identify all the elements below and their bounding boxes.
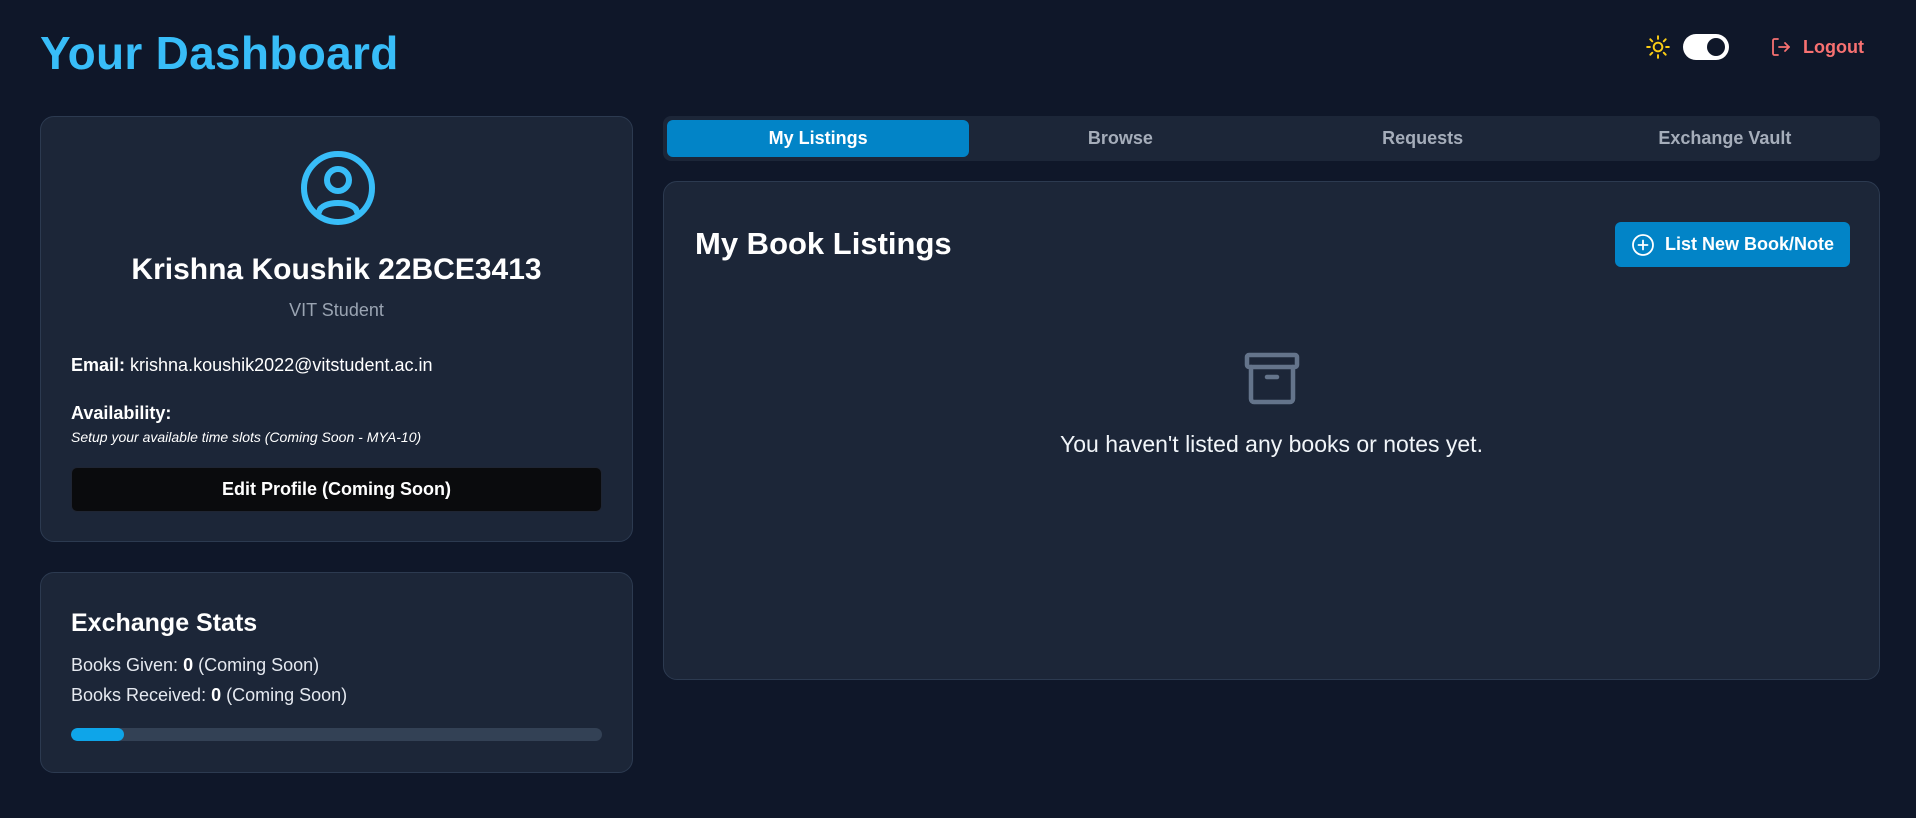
- tab-my-listings[interactable]: My Listings: [667, 120, 970, 157]
- list-new-book-button[interactable]: List New Book/Note: [1615, 222, 1850, 267]
- books-received-value: 0: [211, 685, 222, 705]
- availability-label: Availability:: [71, 403, 172, 423]
- progress-fill: [71, 728, 125, 741]
- logout-icon: [1772, 38, 1790, 56]
- availability-note: Setup your available time slots (Coming …: [71, 429, 422, 445]
- book-listings-card: My Book Listings List New Book/Note You …: [663, 181, 1880, 680]
- logout-label: Logout: [1803, 36, 1864, 57]
- sun-icon: [1646, 35, 1670, 59]
- books-given-note: (Coming Soon): [198, 655, 320, 675]
- listings-title: My Book Listings: [695, 226, 952, 261]
- header-actions: Logout: [1645, 34, 1864, 60]
- logout-button[interactable]: Logout: [1769, 35, 1864, 59]
- dashboard-page: Your Dashboard Logout Krishna Koushik 22…: [0, 0, 1916, 818]
- empty-state-text: You haven't listed any books or notes ye…: [1060, 431, 1483, 457]
- profile-name: Krishna Koushik 22BCE3413: [131, 253, 542, 286]
- email-label: Email:: [71, 355, 126, 375]
- profile-card: Krishna Koushik 22BCE3413 VIT Student Em…: [40, 116, 633, 542]
- books-received-note: (Coming Soon): [226, 685, 348, 705]
- books-received-label: Books Received:: [71, 685, 207, 705]
- archive-box-icon: [1244, 352, 1300, 405]
- email-value: krishna.koushik2022@vitstudent.ac.in: [130, 355, 433, 375]
- profile-role: VIT Student: [289, 300, 384, 320]
- theme-toggle[interactable]: [1683, 34, 1730, 60]
- exchange-progress-bar: [71, 728, 602, 741]
- edit-profile-button[interactable]: Edit Profile (Coming Soon): [71, 467, 602, 512]
- page-title: Your Dashboard: [40, 27, 399, 79]
- tab-browse[interactable]: Browse: [969, 120, 1271, 157]
- books-given-value: 0: [183, 655, 194, 675]
- books-received-stat: Books Received: 0 (Coming Soon): [71, 685, 347, 706]
- books-given-stat: Books Given: 0 (Coming Soon): [71, 655, 319, 676]
- tab-exchange-vault[interactable]: Exchange Vault: [1574, 120, 1876, 157]
- email-row: Email: krishna.koushik2022@vitstudent.ac…: [71, 355, 433, 376]
- tab-requests[interactable]: Requests: [1272, 120, 1574, 157]
- list-new-book-label: List New Book/Note: [1664, 234, 1834, 254]
- dashboard-tabs: My Listings Browse Requests Exchange Vau…: [663, 116, 1880, 161]
- books-given-label: Books Given:: [71, 655, 179, 675]
- user-circle-icon: [301, 151, 375, 225]
- stats-title: Exchange Stats: [71, 609, 258, 637]
- toggle-knob: [1707, 38, 1726, 56]
- plus-circle-icon: [1632, 233, 1654, 256]
- exchange-stats-card: Exchange Stats Books Given: 0 (Coming So…: [40, 572, 633, 773]
